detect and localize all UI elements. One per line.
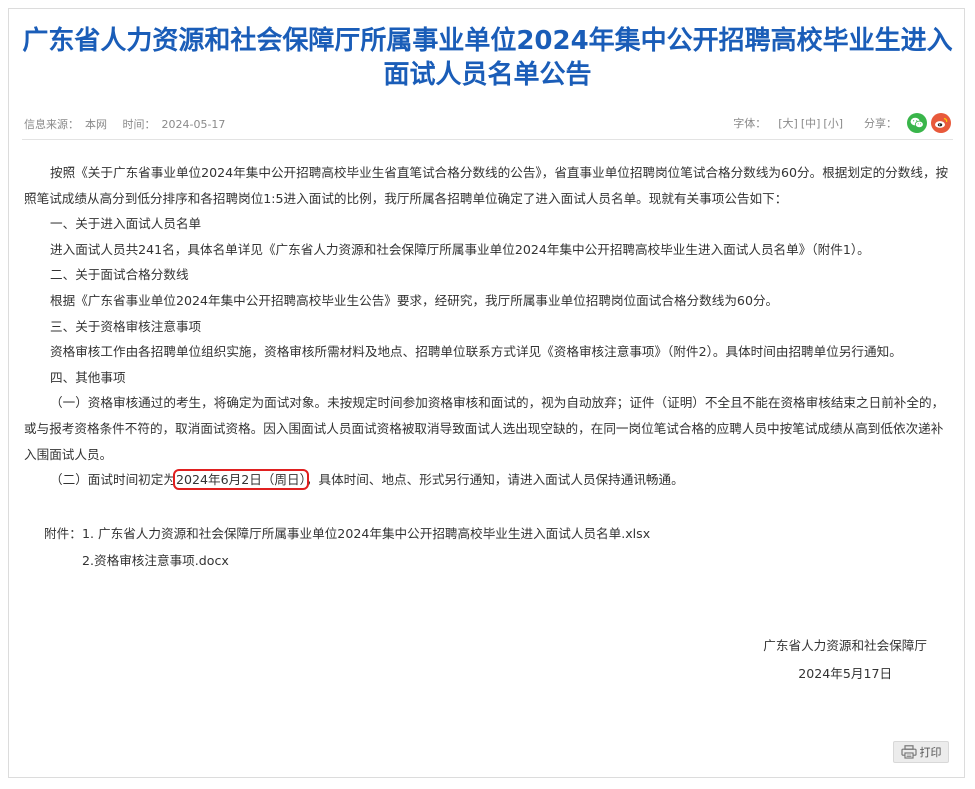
font-medium-button[interactable]: [中] <box>801 115 821 131</box>
font-size-label: 字体： <box>733 117 767 130</box>
wechat-share-icon[interactable] <box>907 113 927 133</box>
font-small-button[interactable]: [小] <box>823 115 843 131</box>
weibo-share-icon[interactable] <box>931 113 951 133</box>
printer-icon <box>900 745 917 759</box>
section-body-3: 资格审核工作由各招聘单位组织实施，资格审核所需材料及地点、招聘单位联系方式详见《… <box>50 344 902 360</box>
meta-info: 信息来源： 本网 时间： 2024-05-17 <box>24 116 231 132</box>
meta-divider <box>22 139 953 140</box>
time-label: 时间： <box>122 118 156 131</box>
time-value: 2024-05-17 <box>161 118 226 131</box>
page-title: 广东省人力资源和社会保障厅所属事业单位2024年集中公开招聘高校毕业生进入面试人… <box>22 26 953 90</box>
attachments: 附件： 1. 广东省人力资源和社会保障厅所属事业单位2024年集中公开招聘高校毕… <box>44 520 650 574</box>
section-heading-2: 二、关于面试合格分数线 <box>50 267 189 283</box>
section-body-2: 根据《广东省事业单位2024年集中公开招聘高校毕业生公告》要求，经研究，我厅所属… <box>50 292 779 308</box>
section-heading-3: 三、关于资格审核注意事项 <box>50 318 202 334</box>
share-label: 分享： <box>864 117 897 130</box>
intro-paragraph: 按照《关于广东省事业单位2024年集中公开招聘高校毕业生省直笔试合格分数线的公告… <box>24 165 949 206</box>
signature-block: 广东省人力资源和社会保障厅 2024年5月17日 <box>763 632 927 688</box>
attachments-label: 附件： <box>44 526 82 541</box>
interview-suffix: ，具体时间、地点、形式另行通知，请进入面试人员保持通讯畅通。 <box>305 472 684 488</box>
source-label: 信息来源： <box>24 118 79 131</box>
signature-date: 2024年5月17日 <box>798 666 893 681</box>
attachment-link-1[interactable]: 1. 广东省人力资源和社会保障厅所属事业单位2024年集中公开招聘高校毕业生进入… <box>82 520 650 547</box>
source-value: 本网 <box>85 118 107 131</box>
font-large-button[interactable]: [大] <box>778 115 798 131</box>
interview-prefix: （二）面试时间初定为 <box>50 472 176 488</box>
article-meta: 信息来源： 本网 时间： 2024-05-17 字体： [大] [中] [小] 分享… <box>24 112 951 134</box>
section-body-4-2: （二）面试时间初定为2024年6月2日（周日），具体时间、地点、形式另行通知，请… <box>24 467 949 493</box>
print-button[interactable]: 打印 <box>893 741 949 763</box>
section-heading-1: 一、关于进入面试人员名单 <box>50 216 202 232</box>
interview-date-highlight: 2024年6月2日（周日） <box>172 469 309 491</box>
print-label: 打印 <box>919 746 942 759</box>
attachment-row: 2.资格审核注意事项.docx <box>44 547 650 574</box>
meta-tools: 字体： [大] [中] [小] 分享： <box>733 112 951 134</box>
attachment-link-2[interactable]: 2.资格审核注意事项.docx <box>82 553 229 568</box>
article-body: 按照《关于广东省事业单位2024年集中公开招聘高校毕业生省直笔试合格分数线的公告… <box>24 160 949 493</box>
attachment-row: 附件： 1. 广东省人力资源和社会保障厅所属事业单位2024年集中公开招聘高校毕… <box>44 520 650 547</box>
section-body-4-1: （一）资格审核通过的考生，将确定为面试对象。未按规定时间参加资格审核和面试的，视… <box>24 395 945 462</box>
section-heading-4: 四、其他事项 <box>50 369 126 385</box>
signature-org: 广东省人力资源和社会保障厅 <box>763 638 927 653</box>
section-body-1: 进入面试人员共241名，具体名单详见《广东省人力资源和社会保障厅所属事业单位20… <box>50 241 870 257</box>
